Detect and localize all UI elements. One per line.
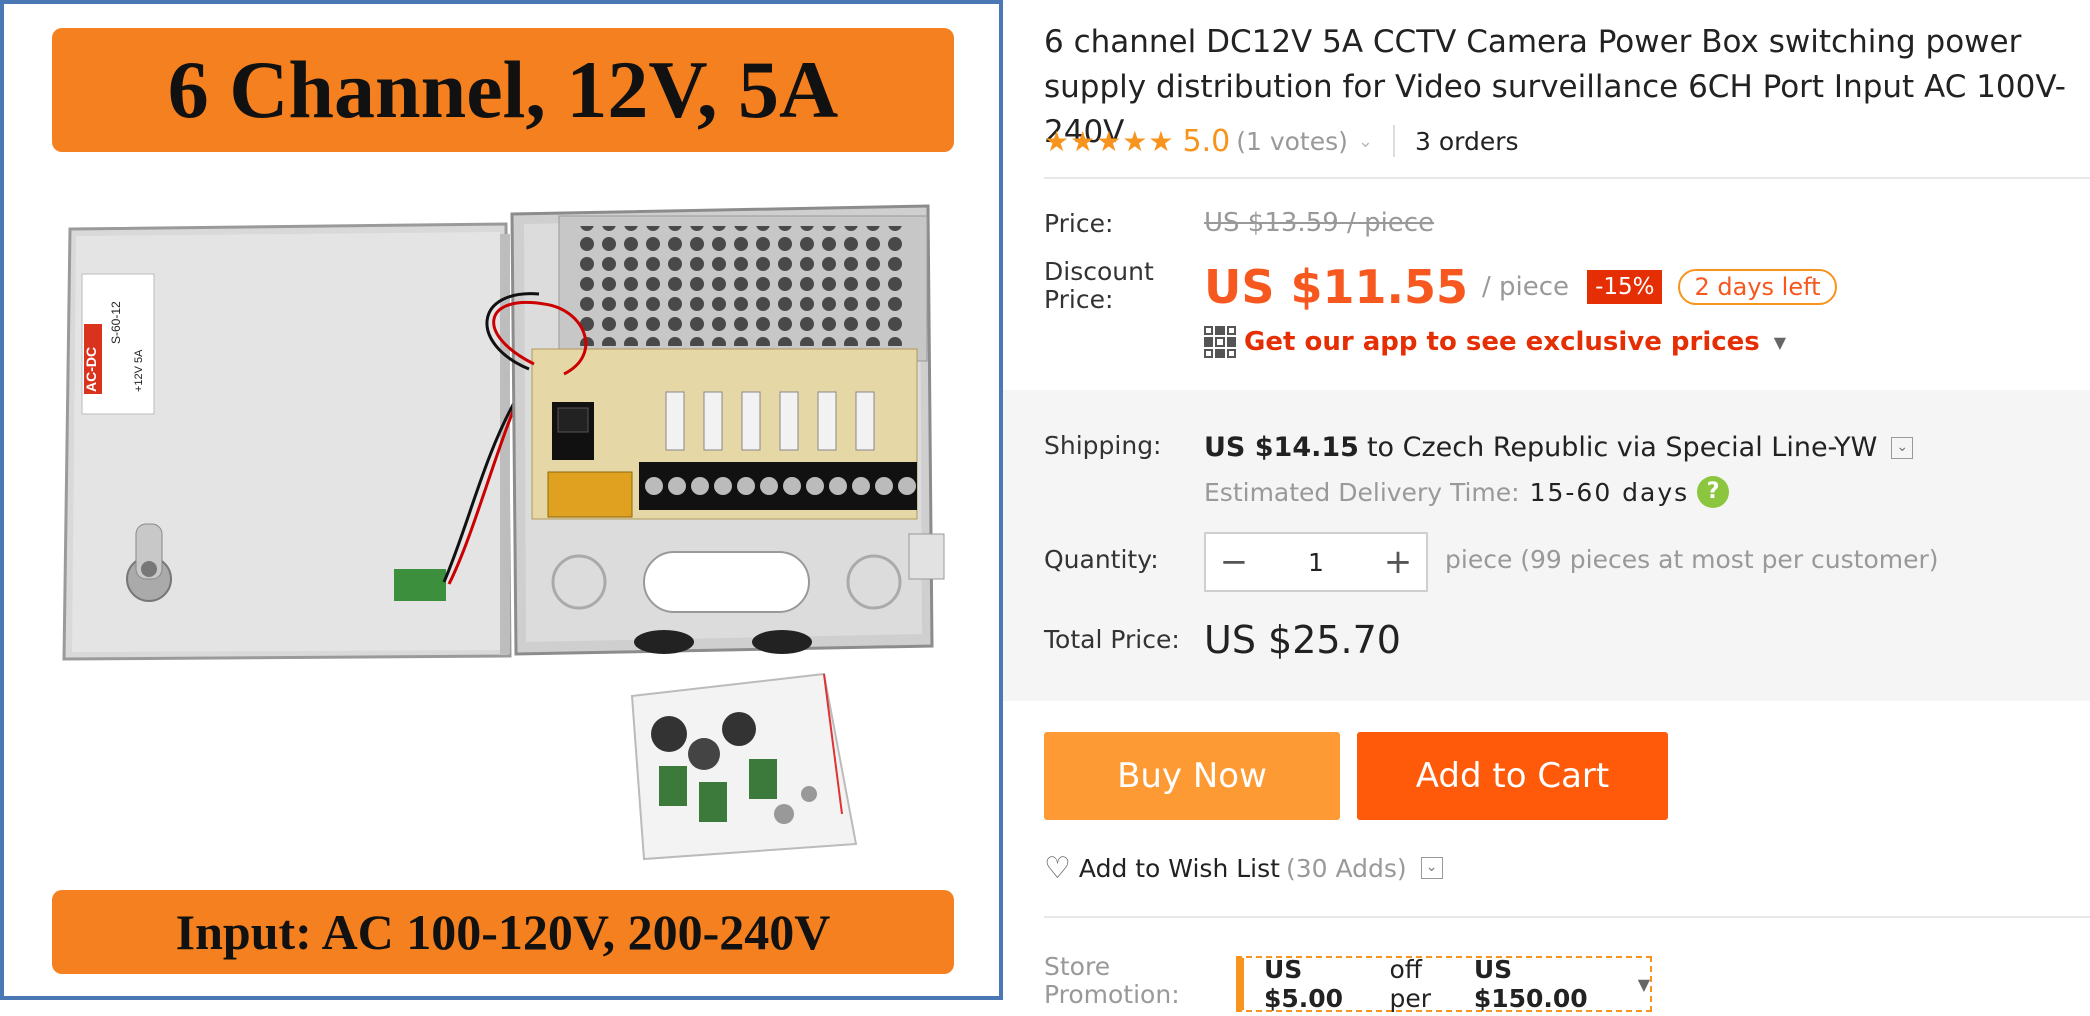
- lid-label-output: +12V 5A: [133, 349, 145, 392]
- quantity-label: Quantity:: [1044, 545, 1159, 574]
- wish-list-dropdown-icon[interactable]: ⌄: [1420, 857, 1443, 879]
- dropdown-caret-icon[interactable]: ▼: [1638, 975, 1650, 994]
- heart-plus-icon[interactable]: ♡: [1044, 851, 1071, 886]
- power-box-illustration: AC-DC S-60-12 +12V 5A: [62, 204, 945, 861]
- qr-code-icon: [1204, 326, 1236, 358]
- image-banner-top: 6 Channel, 12V, 5A: [52, 28, 954, 152]
- discount-price: US $11.55: [1204, 260, 1469, 314]
- promotion-middle-text: off per: [1389, 955, 1431, 1013]
- image-banner-bottom: Input: AC 100-120V, 200-240V: [52, 890, 954, 974]
- discount-badge: -15%: [1587, 270, 1663, 304]
- quantity-note: piece (99 pieces at most per customer): [1445, 545, 1939, 574]
- chevron-down-icon[interactable]: ⌄: [1358, 131, 1373, 152]
- help-icon[interactable]: ?: [1697, 476, 1730, 508]
- total-price-label: Total Price:: [1044, 625, 1180, 654]
- promotion-label-line1: Store: [1044, 952, 1111, 981]
- quantity-stepper[interactable]: − 1 +: [1204, 532, 1428, 592]
- estimated-delivery-label: Estimated Delivery Time:: [1204, 477, 1520, 507]
- orders-count: 3 orders: [1415, 126, 1519, 156]
- buy-now-button[interactable]: Buy Now: [1044, 732, 1340, 820]
- promotion-label-line2: Promotion:: [1044, 980, 1180, 1009]
- lid-label-model: S-60-12: [109, 301, 123, 344]
- discount-price-row: US $11.55 / piece -15% 2 days left: [1204, 252, 1837, 322]
- estimated-delivery-days: 15-60 days: [1529, 477, 1690, 507]
- original-price: US $13.59 / piece: [1204, 208, 1435, 238]
- store-promotion-coupon[interactable]: US $5.00 off per US $150.00 ▼: [1236, 955, 1652, 1013]
- wish-list-link[interactable]: Add to Wish List: [1079, 854, 1280, 883]
- shipping-label: Shipping:: [1044, 431, 1162, 460]
- per-piece-unit: / piece: [1482, 272, 1570, 302]
- estimated-delivery: Estimated Delivery Time: 15-60 days ?: [1204, 476, 1730, 508]
- store-promotion-label: Store Promotion:: [1044, 953, 1180, 1009]
- discount-price-label: Discount Price:: [1044, 258, 1154, 314]
- discount-label-line1: Discount: [1044, 257, 1154, 286]
- app-promo-link[interactable]: Get our app to see exclusive prices: [1244, 327, 1760, 357]
- days-left-badge: 2 days left: [1678, 269, 1837, 305]
- divider: [1044, 916, 2090, 918]
- promotion-threshold: US $150.00: [1473, 955, 1588, 1013]
- shipping-dropdown-icon[interactable]: ⌄: [1891, 436, 1914, 459]
- shipping-cost: US $14.15: [1204, 432, 1359, 463]
- quantity-increase-button[interactable]: +: [1370, 534, 1426, 590]
- dropdown-caret-icon[interactable]: ▼: [1774, 333, 1786, 352]
- quantity-decrease-button[interactable]: −: [1206, 534, 1262, 590]
- star-icon: ★★★★★: [1044, 124, 1175, 158]
- shipping-destination[interactable]: to Czech Republic via Special Line-YW: [1367, 432, 1877, 463]
- divider: [1044, 177, 2090, 179]
- wish-list-row[interactable]: ♡ Add to Wish List (30 Adds) ⌄: [1044, 848, 1443, 888]
- votes-count[interactable]: (1 votes): [1236, 127, 1348, 156]
- price-label: Price:: [1044, 209, 1114, 238]
- total-price: US $25.70: [1204, 618, 1401, 662]
- product-image[interactable]: 6 Channel, 12V, 5A AC-DC S-60-12 +12V 5A: [0, 0, 1003, 1000]
- add-to-cart-button[interactable]: Add to Cart: [1357, 732, 1668, 820]
- quantity-value[interactable]: 1: [1262, 548, 1370, 577]
- shipping-value[interactable]: US $14.15 to Czech Republic via Special …: [1204, 432, 1914, 463]
- rating-row: ★★★★★ 5.0 (1 votes) ⌄ 3 orders: [1044, 118, 1519, 164]
- app-promo-row[interactable]: Get our app to see exclusive prices ▼: [1204, 322, 1786, 362]
- promotion-discount: US $5.00: [1264, 955, 1344, 1013]
- lid-label-brand: AC-DC: [83, 347, 99, 392]
- product-details: 6 channel DC12V 5A CCTV Camera Power Box…: [1003, 0, 2090, 1016]
- divider: [1393, 125, 1395, 157]
- rating-value: 5.0: [1182, 123, 1231, 159]
- wish-list-count: (30 Adds): [1285, 853, 1407, 883]
- discount-label-line2: Price:: [1044, 285, 1114, 314]
